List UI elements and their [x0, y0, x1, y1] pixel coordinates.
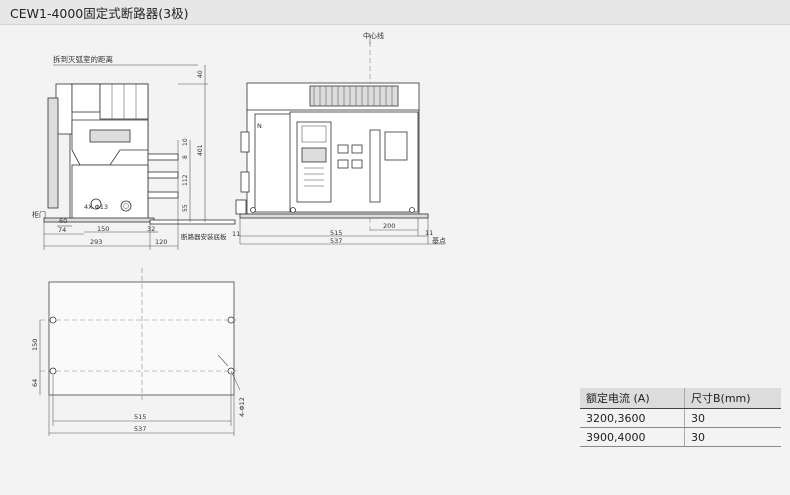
drawing-page: CEW1-4000固定式断路器(3极) 拆到灭弧室的距离 4X Φ13 柜门 断…	[0, 0, 790, 495]
spec-table: 额定电流 (A) 尺寸B(mm) 3200,3600 30 3900,4000 …	[580, 388, 781, 447]
dim-10: 10	[182, 138, 189, 146]
table-row: 3900,4000 30	[580, 427, 781, 447]
dim-32: 32	[147, 225, 155, 233]
table-cell-current: 3200,3600	[580, 408, 685, 428]
dim-120: 120	[155, 238, 167, 246]
plan-dim-537: 537	[134, 425, 146, 433]
table-row: 3200,3600 30	[580, 408, 781, 428]
dim-40: 40	[197, 70, 204, 78]
dim-150: 150	[97, 225, 109, 233]
dim-55: 55	[182, 204, 189, 212]
label-cabinet-door: 柜门	[32, 210, 46, 219]
table-cell-current: 3900,4000	[580, 427, 685, 447]
plan-plate	[48, 281, 235, 396]
dim-11b: 11	[425, 229, 433, 237]
dim-112: 112	[182, 174, 189, 186]
label-arc-distance: 拆到灭弧室的距离	[53, 54, 113, 64]
plan-dim-150: 150	[31, 339, 39, 351]
table-cell-dimension: 30	[684, 427, 781, 447]
dim-537: 537	[330, 237, 342, 245]
plan-dim-64: 64	[31, 379, 39, 387]
label-datum: 基点	[432, 236, 446, 245]
dim-8: 8	[182, 155, 189, 159]
dim-74: 74	[58, 226, 66, 234]
label-bolt-note: 4-Φ12	[238, 397, 246, 417]
dim-60: 60	[59, 217, 67, 225]
dim-293: 293	[90, 238, 102, 246]
side-view: 拆到灭弧室的距离 4X Φ13 柜门 断路器安装底板 40 401 10 8 1…	[32, 54, 236, 250]
mounting-plan: 150 64 515 537 4-Φ12	[31, 268, 246, 436]
dim-200: 200	[383, 222, 395, 230]
label-center-line: 中心线	[363, 31, 384, 40]
table-header-current: 额定电流 (A)	[580, 388, 685, 409]
table-header-row: 额定电流 (A) 尺寸B(mm)	[580, 388, 781, 409]
dim-515: 515	[330, 229, 342, 237]
front-view: 中心线 N 11 200 515 11 537 基点	[232, 31, 446, 245]
table-cell-dimension: 30	[684, 408, 781, 428]
table-header-dimension: 尺寸B(mm)	[684, 388, 781, 409]
dim-11a: 11	[232, 230, 240, 238]
label-pole-n: N	[257, 122, 262, 130]
label-mount-plate: 断路器安装底板	[181, 232, 227, 241]
plan-dim-515: 515	[134, 413, 146, 421]
label-hole-note: 4X Φ13	[84, 203, 108, 211]
dim-401: 401	[197, 144, 204, 156]
